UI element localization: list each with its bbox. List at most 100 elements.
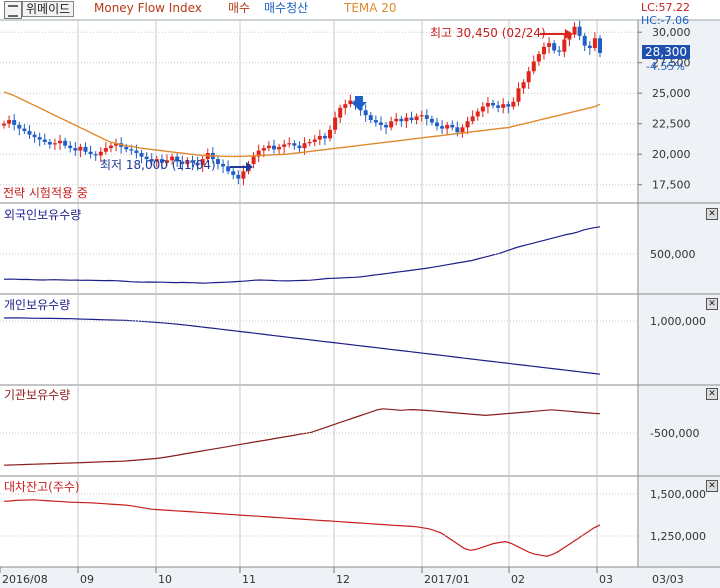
hc-label: HC:-7.06: [641, 14, 690, 27]
candle-body: [78, 146, 83, 151]
candle-body: [68, 145, 73, 149]
stock-chart: 2016/08 09 10 11 12 2017/01 02 03 03/0330,00027,…: [0, 0, 720, 588]
buy-label: 매수: [228, 1, 251, 15]
candle-body: [12, 120, 17, 125]
candle-body: [480, 106, 485, 112]
candle-body: [88, 151, 93, 155]
candle-body: [215, 159, 220, 164]
candle-body: [485, 102, 490, 107]
candle-body: [52, 143, 57, 145]
x-tick-label: 02: [511, 573, 525, 586]
candle-body: [562, 39, 567, 52]
low-annotation: 최저 18,000 (11/04): [100, 158, 216, 172]
price-tick-label: 17,500: [652, 179, 691, 192]
institution-tick-label: -500,000: [650, 427, 699, 440]
candle-body: [333, 117, 338, 130]
candle-body: [139, 152, 144, 157]
candle-body: [231, 171, 236, 175]
buy-signal-arrow: [351, 96, 367, 110]
x-tick-label: 2016/08: [2, 573, 48, 586]
candle-body: [129, 149, 134, 151]
institution-holding-line: [3, 408, 601, 466]
x-tick-label: 10: [158, 573, 172, 586]
candle-body: [572, 26, 577, 35]
candle-body: [236, 174, 241, 179]
lending-balance-line: [3, 499, 601, 557]
candle-body: [404, 117, 409, 122]
candle-body: [521, 82, 526, 89]
individual-holding-line: [3, 317, 601, 375]
candle-body: [557, 50, 562, 52]
candle-body: [93, 154, 98, 156]
x-tick-label: 12: [336, 573, 350, 586]
panel-title-institution: 기관보유수량: [4, 388, 71, 402]
close-icon-institution[interactable]: ✕: [706, 388, 718, 400]
candle-body: [424, 115, 429, 119]
close-icon-lending[interactable]: ✕: [706, 480, 718, 492]
candle-body: [511, 101, 516, 107]
lending-tick-label: 1,500,000: [650, 488, 706, 501]
candle-body: [42, 139, 47, 142]
candle-body: [73, 148, 78, 151]
candle-body: [312, 139, 317, 142]
candle-body: [292, 143, 297, 146]
candle-body: [389, 121, 394, 128]
candle-body: [475, 111, 480, 117]
candle-body: [501, 104, 506, 108]
candle-body: [307, 142, 312, 144]
x-tick-label: 2017/01: [424, 573, 470, 586]
current-change: -4.55%: [646, 60, 685, 73]
candle-body: [541, 46, 546, 55]
candle-body: [465, 121, 470, 128]
candle-body: [271, 145, 276, 150]
candle-body: [32, 134, 37, 138]
candle-body: [368, 115, 373, 121]
close-icon-individual[interactable]: ✕: [706, 298, 718, 310]
candle-body: [496, 105, 501, 108]
candle-body: [226, 166, 231, 172]
foreign-tick-label: 500,000: [650, 248, 696, 261]
x-tick-label: 03: [599, 573, 613, 586]
candle-body: [277, 146, 282, 150]
candle-body: [582, 35, 587, 46]
candle-body: [83, 146, 88, 152]
candle-body: [103, 148, 108, 152]
candle-body: [429, 118, 434, 123]
high-annotation: 최고 30,450 (02/24): [430, 26, 546, 40]
individual-tick-label: 1,000,000: [650, 315, 706, 328]
candle-body: [445, 124, 450, 129]
panel-title-foreign: 외국인보유수량: [4, 208, 82, 222]
foreign-holding-line: [3, 226, 601, 284]
candle-body: [221, 163, 226, 167]
x-tick-label: 09: [80, 573, 94, 586]
candle-body: [261, 148, 266, 151]
candle-body: [384, 124, 389, 128]
candle-body: [37, 137, 42, 140]
candle-body: [241, 171, 246, 179]
candle-body: [317, 135, 322, 140]
candle-body: [440, 126, 445, 129]
candle-body: [455, 127, 460, 133]
menu-icon[interactable]: [4, 1, 22, 19]
candle-body: [297, 145, 302, 149]
candle-body: [373, 120, 378, 123]
candle-body: [58, 140, 63, 144]
sell-label: 매수청산: [264, 1, 309, 15]
candle-body: [531, 61, 536, 72]
candle-body: [587, 45, 592, 49]
tema-label: TEMA 20: [344, 1, 397, 15]
panel-title-lending: 대차잔고(주수): [4, 480, 80, 494]
candle-body: [7, 120, 12, 124]
current-price-badge: 28,300: [642, 45, 690, 59]
x-tick-label-date: 03/03: [652, 573, 684, 586]
price-tick-label: 22,500: [652, 118, 691, 131]
candle-body: [470, 116, 475, 122]
candle-body: [506, 104, 511, 107]
candle-body: [547, 43, 552, 47]
candle-body: [63, 140, 68, 146]
candle-body: [414, 116, 419, 121]
close-icon-foreign[interactable]: ✕: [706, 208, 718, 220]
candle-body: [552, 43, 557, 51]
stock-name[interactable]: 위메이드: [22, 1, 75, 17]
candle-body: [343, 104, 348, 108]
